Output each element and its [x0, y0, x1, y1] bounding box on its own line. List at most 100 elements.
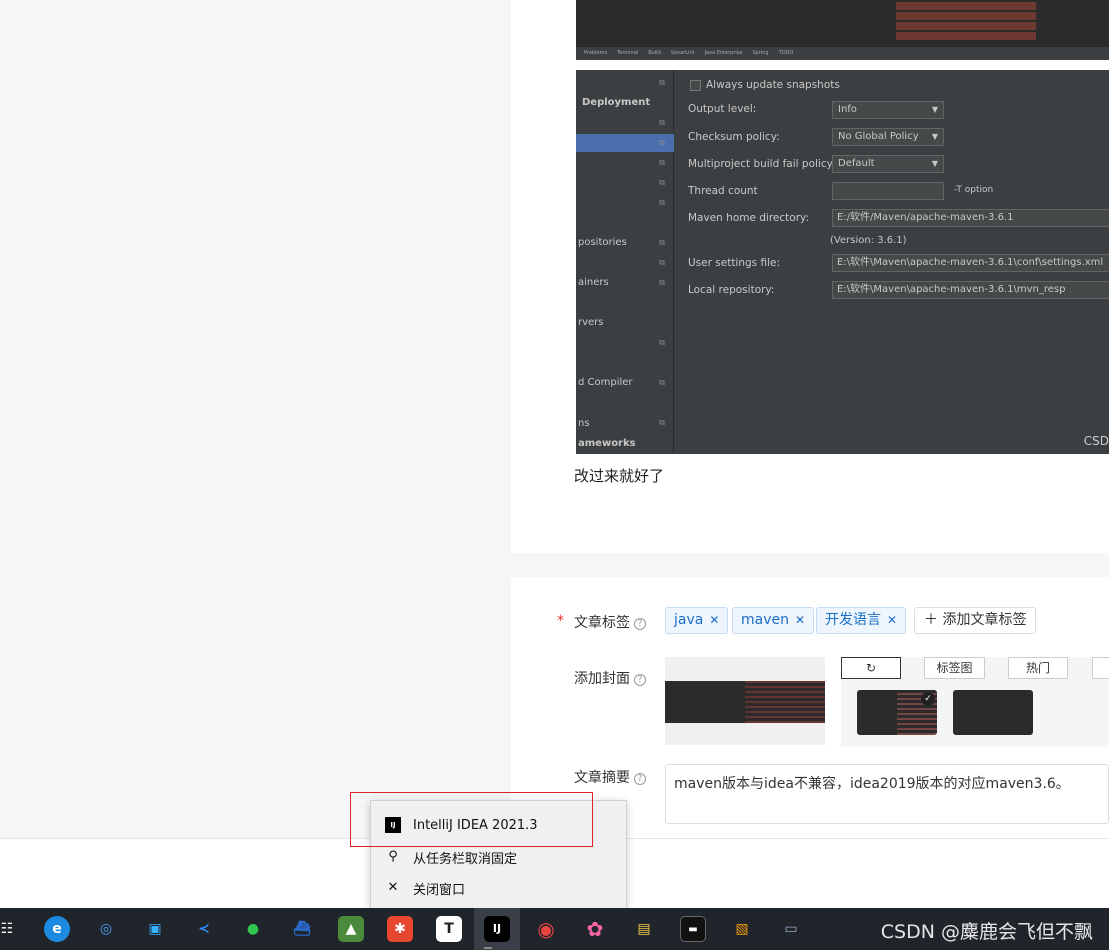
- checksum-value: No Global Policy: [838, 131, 919, 142]
- thread-count-label: Thread count: [688, 185, 758, 197]
- tag-language[interactable]: 开发语言 ✕: [816, 607, 907, 634]
- tags-label-text: 文章标签: [574, 615, 630, 631]
- close-icon[interactable]: ✕: [795, 613, 805, 627]
- summary-label: 文章摘要?: [574, 767, 646, 787]
- copy-icon: ⧉: [659, 138, 665, 147]
- user-settings-label: User settings file:: [688, 257, 781, 269]
- cover-thumbnail-2[interactable]: [953, 690, 1033, 735]
- close-icon[interactable]: ✕: [887, 613, 897, 627]
- sidebar-item-frameworks: ameworks: [578, 438, 636, 449]
- copy-icon: ⧉: [659, 178, 665, 187]
- toolbar-java-enterprise: Java Enterprise: [704, 50, 743, 56]
- help-icon[interactable]: ?: [634, 618, 646, 630]
- chrome-icon[interactable]: ◉: [533, 916, 559, 942]
- refresh-icon: ↻: [865, 661, 877, 675]
- remote-desktop-icon[interactable]: ▭: [778, 916, 804, 942]
- toolbar-terminal: Terminal: [617, 50, 639, 56]
- always-update-checkbox[interactable]: [690, 80, 701, 91]
- running-indicator: [484, 947, 492, 949]
- dropdown-arrow-icon: ▼: [931, 159, 938, 168]
- tab-more[interactable]: [1092, 657, 1109, 679]
- unpin-icon: ⚲: [388, 849, 398, 864]
- sidebar-item-servers: rvers: [578, 317, 604, 328]
- wechat-icon[interactable]: ●: [240, 916, 266, 942]
- jumplist-unpin-label: 从任务栏取消固定: [413, 851, 518, 867]
- cover-label-text: 添加封面: [574, 671, 630, 687]
- output-level-label: Output level:: [688, 103, 757, 115]
- typora-icon[interactable]: T: [436, 916, 462, 942]
- tab-tag-image[interactable]: 标签图: [924, 657, 985, 679]
- copy-icon: ⧉: [659, 338, 665, 347]
- close-icon: ✕: [387, 880, 399, 895]
- terminal-icon[interactable]: ▬: [680, 916, 706, 942]
- jumplist-item-unpin[interactable]: ⚲ 从任务栏取消固定: [385, 847, 517, 867]
- image-viewer-icon[interactable]: ▲: [338, 916, 364, 942]
- output-level-combo[interactable]: Info ▼: [832, 101, 944, 119]
- maven-home-label: Maven home directory:: [688, 212, 810, 224]
- summary-textarea[interactable]: maven版本与idea不兼容，idea2019版本的对应maven3.6。: [665, 764, 1109, 824]
- check-icon: ✓: [921, 692, 935, 706]
- cover-thumbnail-1[interactable]: ✓: [857, 690, 937, 735]
- copy-icon: ⧉: [659, 158, 665, 167]
- edge-icon[interactable]: e: [44, 916, 70, 942]
- cover-label: 添加封面?: [574, 668, 646, 688]
- always-update-label: Always update snapshots: [706, 79, 840, 91]
- help-icon[interactable]: ?: [634, 674, 646, 686]
- toolbar-build: Build: [648, 50, 661, 56]
- page-background: [0, 0, 511, 838]
- photos-icon[interactable]: ✿: [582, 916, 608, 942]
- toolbar-problems: Problems: [584, 50, 608, 56]
- output-level-value: Info: [838, 104, 857, 115]
- jumplist-close-label: 关闭窗口: [413, 882, 466, 898]
- bilibili-icon[interactable]: ▣: [142, 916, 168, 942]
- ide-screenshot-top: Problems Terminal Build SonarLint Java E…: [576, 0, 1109, 60]
- toolbar-todo: TODO: [778, 50, 794, 56]
- help-icon[interactable]: ?: [634, 773, 646, 785]
- ide-settings-screenshot: Deployment positories ainers rvers d Com…: [576, 70, 1109, 454]
- intellij-idea-icon[interactable]: IJ: [484, 916, 510, 942]
- tag-label: 开发语言: [825, 612, 881, 628]
- toolbar-sonarlint: SonarLint: [670, 50, 695, 56]
- cover-preview[interactable]: [665, 657, 825, 745]
- tag-maven[interactable]: maven ✕: [732, 607, 815, 634]
- maven-home-field[interactable]: E:/软件/Maven/apache-maven-3.6.1: [832, 209, 1109, 227]
- browser-icon[interactable]: ◎: [93, 916, 119, 942]
- tag-java[interactable]: java ✕: [665, 607, 729, 634]
- copy-icon: ⧉: [659, 378, 665, 387]
- xmind-icon[interactable]: ✱: [387, 916, 413, 942]
- checksum-label: Checksum policy:: [688, 131, 780, 143]
- copy-icon: ⧉: [659, 418, 665, 427]
- tags-label: 文章标签?: [574, 612, 646, 632]
- dropdown-arrow-icon: ▼: [931, 132, 938, 141]
- jumplist-item-close[interactable]: ✕ 关闭窗口: [385, 878, 465, 898]
- dropdown-arrow-icon: ▼: [931, 105, 938, 114]
- copy-icon: ⧉: [659, 238, 665, 247]
- add-tag-button[interactable]: ＋ 添加文章标签: [914, 607, 1037, 634]
- sidebar-item-deployment: Deployment: [582, 97, 651, 108]
- article-paragraph: 改过来就好了: [574, 467, 665, 485]
- thread-hint: -T option: [954, 185, 994, 195]
- user-settings-field[interactable]: E:\软件\Maven\apache-maven-3.6.1\conf\sett…: [832, 254, 1109, 272]
- file-explorer-icon[interactable]: ▤: [631, 916, 657, 942]
- local-repo-field[interactable]: E:\软件\Maven\apache-maven-3.6.1\mvn_resp: [832, 281, 1109, 299]
- fail-policy-combo[interactable]: Default ▼: [832, 155, 944, 173]
- required-star: *: [557, 613, 564, 629]
- docker-icon[interactable]: ⛴: [289, 916, 315, 942]
- vmware-icon[interactable]: ▧: [729, 916, 755, 942]
- task-view-icon[interactable]: ☷: [0, 916, 20, 942]
- local-repo-label: Local repository:: [688, 284, 775, 296]
- refresh-button[interactable]: ↻: [841, 657, 901, 679]
- tab-hot[interactable]: 热门: [1008, 657, 1068, 679]
- fail-policy-label: Multiproject build fail policy:: [688, 158, 836, 170]
- vscode-icon[interactable]: ≺: [191, 916, 217, 942]
- thread-count-field[interactable]: [832, 182, 944, 200]
- cover-image: [665, 681, 825, 723]
- watermark-csd: CSD: [1083, 434, 1109, 448]
- copy-icon: ⧉: [659, 258, 665, 267]
- copy-icon: ⧉: [659, 198, 665, 207]
- add-tag-label: 添加文章标签: [942, 612, 1027, 628]
- close-icon[interactable]: ✕: [709, 613, 719, 627]
- copy-icon: ⧉: [659, 278, 665, 287]
- checksum-combo[interactable]: No Global Policy ▼: [832, 128, 944, 146]
- tag-label: java: [674, 612, 704, 628]
